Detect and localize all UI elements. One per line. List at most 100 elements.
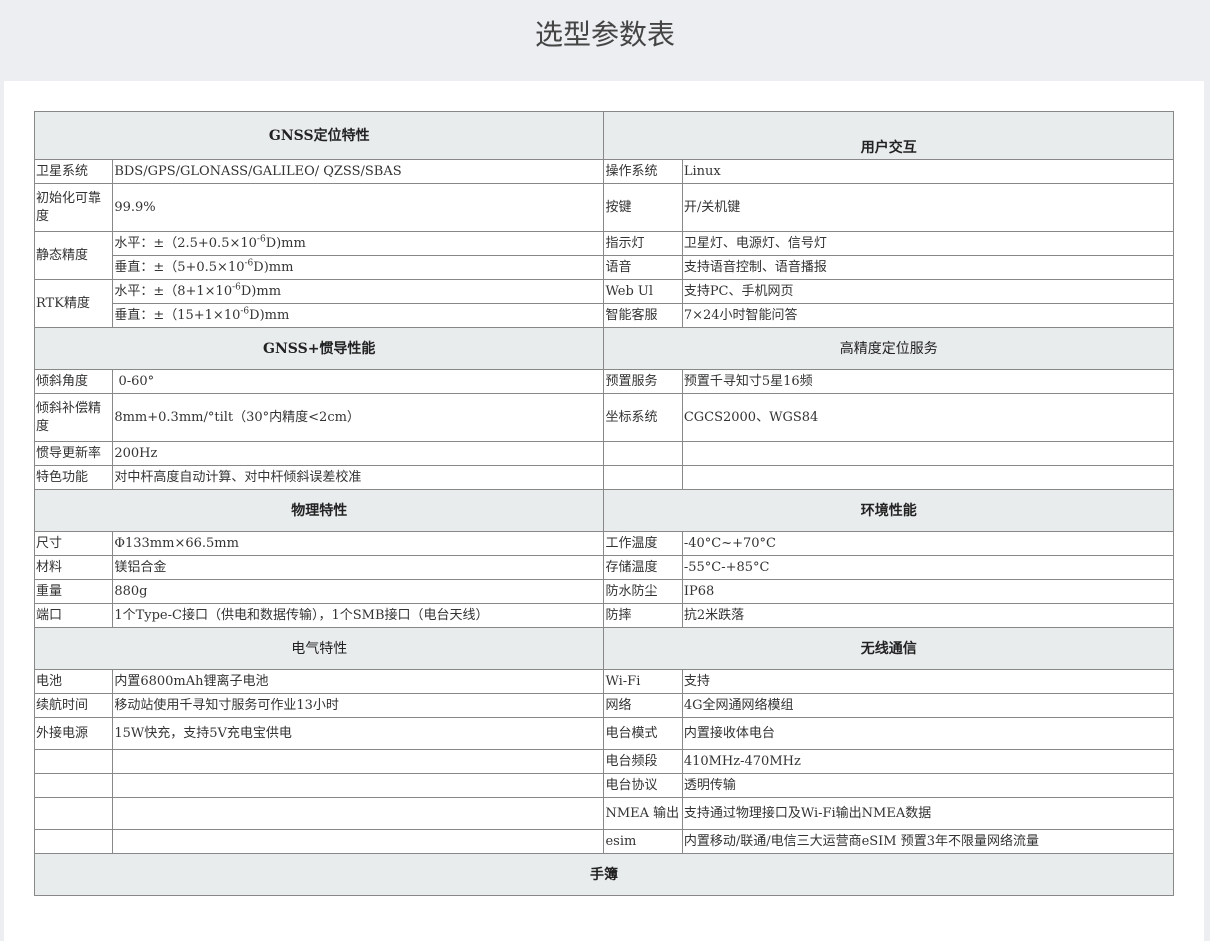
section-environment: 环境性能	[603, 489, 1174, 532]
empty-cell	[112, 797, 605, 830]
value-static-v: 垂直：±（5+0.5×10-6D)mm	[112, 255, 605, 280]
label-ip: 防水防尘	[603, 579, 683, 604]
empty-cell	[33, 797, 114, 830]
section-ins: GNSS+惯导性能	[33, 327, 605, 370]
value-radioproto: 透明传输	[681, 773, 1175, 798]
value-esim: 内置移动/联通/电信三大运营商eSIM 预置3年不限量网络流量	[681, 829, 1175, 854]
label-extpower: 外接电源	[33, 717, 114, 750]
value-port: 1个Type-C接口（供电和数据传输），1个SMB接口（电台天线）	[112, 603, 605, 628]
table-row: esim 内置移动/联通/电信三大运营商eSIM 预置3年不限量网络流量	[33, 829, 1175, 854]
value-coord: CGCS2000、WGS84	[681, 393, 1175, 442]
section-row: GNSS+惯导性能 高精度定位服务	[33, 327, 1174, 370]
value-wifi: 支持	[681, 669, 1175, 694]
label-voice: 语音	[603, 255, 683, 280]
label-optemp: 工作温度	[603, 531, 683, 556]
table-row: 材料 镁铝合金 存储温度 -55°C-+85°C	[33, 555, 1175, 580]
label-endurance: 续航时间	[33, 693, 114, 718]
value-radiomode: 内置接收体电台	[681, 717, 1175, 750]
value-led: 卫星灯、电源灯、信号灯	[681, 231, 1175, 256]
label-init: 初始化可靠度	[33, 183, 114, 232]
label-rtk: RTK精度	[33, 279, 114, 328]
section-user-interaction: 用户交互	[603, 111, 1174, 160]
content-panel: GNSS定位特性 用户交互 卫星系统 BDS/GPS/GLONASS/GALIL…	[4, 81, 1204, 941]
value-extpower: 15W快充，支持5V充电宝供电	[112, 717, 605, 750]
empty-cell	[603, 441, 683, 466]
value-insrate: 200Hz	[112, 441, 605, 466]
label-feature: 特色功能	[33, 465, 114, 490]
empty-cell	[112, 829, 605, 854]
value-preset: 预置千寻知寸5星16频	[681, 369, 1175, 394]
label-sttemp: 存储温度	[603, 555, 683, 580]
empty-cell	[33, 749, 114, 774]
label-tilt: 倾斜角度	[33, 369, 114, 394]
table-row: 垂直：±（5+0.5×10-6D)mm 语音 支持语音控制、语音播报	[35, 255, 1175, 280]
table-row: 外接电源 15W快充，支持5V充电宝供电 电台模式 内置接收体电台	[33, 717, 1175, 750]
label-size: 尺寸	[33, 531, 114, 556]
value-ip: IP68	[681, 579, 1175, 604]
label-nmea: NMEA 输出	[603, 797, 683, 830]
value-tiltcomp: 8mm+0.3mm/°tilt（30°内精度<2cm）	[112, 393, 605, 442]
table-row: 特色功能 对中杆高度自动计算、对中杆倾斜误差校准	[33, 465, 1175, 490]
section-handbook: 手簿	[34, 853, 1174, 896]
table-row: RTK精度 水平：±（8+1×10-6D)mm Web Ul 支持PC、手机网页	[33, 279, 1175, 328]
value-os: Linux	[681, 159, 1175, 184]
label-port: 端口	[33, 603, 114, 628]
section-row: GNSS定位特性 用户交互	[33, 111, 1174, 160]
section-electrical: 电气特性	[33, 627, 605, 670]
label-preset: 预置服务	[603, 369, 683, 394]
empty-cell	[112, 749, 605, 774]
value-nmea: 支持通过物理接口及Wi-Fi输出NMEA数据	[681, 797, 1175, 830]
empty-cell	[33, 829, 114, 854]
label-os: 操作系统	[603, 159, 683, 184]
empty-cell	[681, 441, 1175, 466]
table-row: 电台协议 透明传输	[33, 773, 1175, 798]
table-row: 卫星系统 BDS/GPS/GLONASS/GALILEO/ QZSS/SBAS …	[33, 159, 1175, 184]
empty-cell	[681, 465, 1175, 490]
value-rtk-h: 水平：±（8+1×10-6D)mm	[112, 279, 605, 304]
label-cs: 智能客服	[603, 303, 683, 328]
value-size: Φ133mm×66.5mm	[112, 531, 605, 556]
label-coord: 坐标系统	[603, 393, 683, 442]
section-hp-service: 高精度定位服务	[603, 327, 1174, 370]
label-static: 静态精度	[33, 231, 114, 280]
value-satellite: BDS/GPS/GLONASS/GALILEO/ QZSS/SBAS	[112, 159, 605, 184]
value-tilt: 0-60°	[112, 369, 605, 394]
value-static-h: 水平：±（2.5+0.5×10-6D)mm	[112, 231, 605, 256]
section-row: 物理特性 环境性能	[33, 489, 1174, 532]
section-row: 电气特性 无线通信	[33, 627, 1174, 670]
spec-table: GNSS定位特性 用户交互 卫星系统 BDS/GPS/GLONASS/GALIL…	[33, 111, 1175, 896]
value-radiofreq: 410MHz-470MHz	[681, 749, 1175, 774]
table-row: 电池 内置6800mAh锂离子电池 Wi-Fi 支持	[33, 669, 1175, 694]
label-material: 材料	[33, 555, 114, 580]
table-row: 端口 1个Type-C接口（供电和数据传输），1个SMB接口（电台天线） 防摔 …	[33, 603, 1175, 628]
value-endurance: 移动站使用千寻知寸服务可作业13小时	[112, 693, 605, 718]
value-init: 99.9%	[112, 183, 605, 232]
value-voice: 支持语音控制、语音播报	[681, 255, 1175, 280]
table-row: 初始化可靠度 99.9% 按键 开/关机键	[33, 183, 1175, 232]
value-network: 4G全网通网络模组	[681, 693, 1175, 718]
label-battery: 电池	[33, 669, 114, 694]
table-row: 续航时间 移动站使用千寻知寸服务可作业13小时 网络 4G全网通网络模组	[33, 693, 1175, 718]
table-row: 惯导更新率 200Hz	[33, 441, 1175, 466]
table-row: 尺寸 Φ133mm×66.5mm 工作温度 -40°C~+70°C	[33, 531, 1175, 556]
label-tiltcomp: 倾斜补偿精度	[33, 393, 114, 442]
label-radiomode: 电台模式	[603, 717, 683, 750]
label-keys: 按键	[603, 183, 683, 232]
label-network: 网络	[603, 693, 683, 718]
table-row: 倾斜角度 0-60° 预置服务 预置千寻知寸5星16频	[33, 369, 1175, 394]
value-webui: 支持PC、手机网页	[681, 279, 1175, 304]
label-insrate: 惯导更新率	[33, 441, 114, 466]
label-led: 指示灯	[603, 231, 683, 256]
value-keys: 开/关机键	[681, 183, 1175, 232]
section-gnss: GNSS定位特性	[33, 111, 605, 160]
empty-cell	[603, 465, 683, 490]
value-weight: 880g	[112, 579, 605, 604]
value-feature: 对中杆高度自动计算、对中杆倾斜误差校准	[112, 465, 605, 490]
empty-cell	[33, 773, 114, 798]
value-drop: 抗2米跌落	[681, 603, 1175, 628]
table-row: 垂直：±（15+1×10-6D)mm 智能客服 7×24小时智能问答	[35, 303, 1175, 328]
section-row: 手簿	[34, 853, 1174, 896]
value-battery: 内置6800mAh锂离子电池	[112, 669, 605, 694]
table-row: 电台频段 410MHz-470MHz	[33, 749, 1175, 774]
section-physical: 物理特性	[33, 489, 605, 532]
